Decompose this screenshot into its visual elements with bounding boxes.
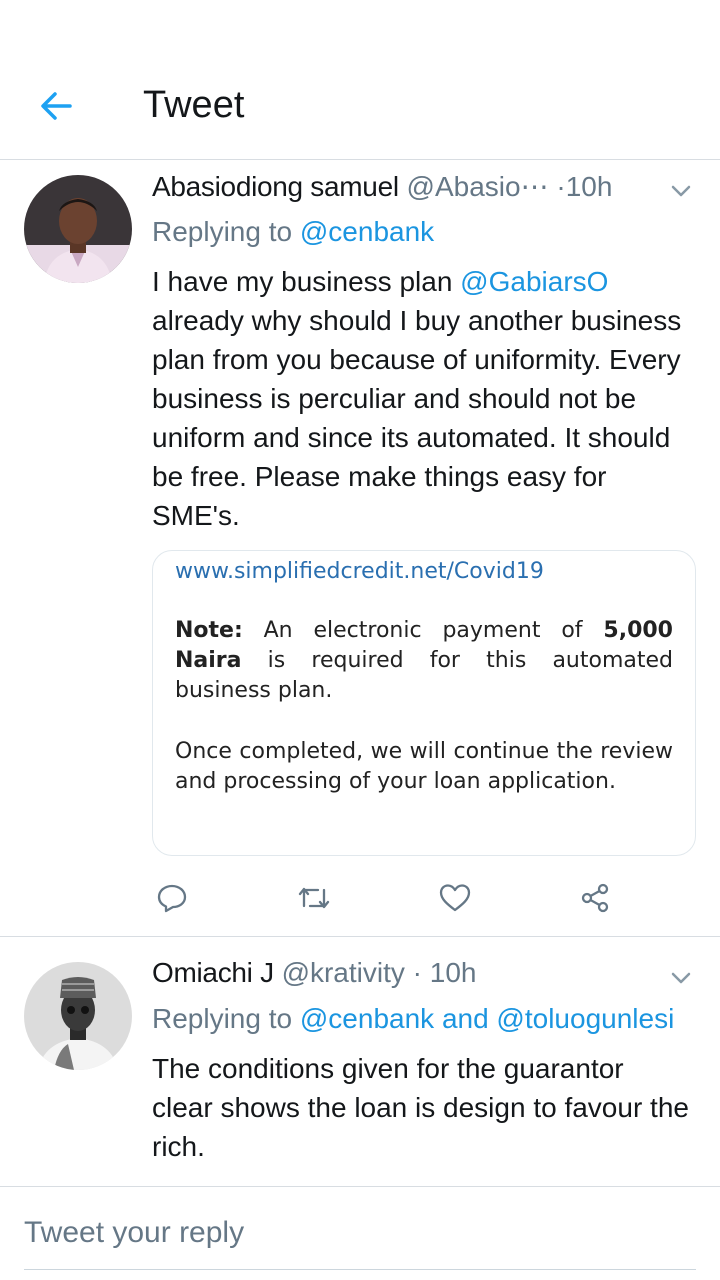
replying-to-mention[interactable]: @cenbank and @toluogunlesi [300,1003,674,1034]
timestamp[interactable]: 10h [430,957,477,988]
author-name[interactable]: Abasiodiong samuel [152,171,399,202]
media-url-text: www.simplifiedcredit.net/Covid19 [175,559,544,584]
media-second-paragraph: Once completed, we will continue the rev… [175,739,673,794]
reply-placeholder: Tweet your reply [24,1216,245,1249]
share-button[interactable] [575,878,615,918]
meta-separator: · [412,957,422,988]
avatar[interactable] [24,175,132,283]
tweet[interactable]: Abasiodiong samuel @Abasio⋯ ·10h Replyin… [0,160,720,937]
media-note-text: An electronic payment of [242,618,604,643]
retweet-button[interactable] [294,878,334,918]
author-name[interactable]: Omiachi J [152,957,274,988]
media-note-text: is required for this automated business … [175,648,673,703]
tweet-actions [152,878,692,918]
tweet-text-part: already why should I buy another busines… [152,305,682,531]
avatar-image [24,175,132,283]
arrow-left-icon [41,92,72,120]
avatar-image [24,962,132,1070]
media-note-label: Note: [175,618,243,643]
like-button[interactable] [435,878,475,918]
replying-to: Replying to @cenbank and @toluogunlesi [152,1003,674,1035]
chevron-down-icon [671,185,691,197]
tweet-meta: Omiachi J @krativity · 10h [152,957,660,989]
author-handle[interactable]: @krativity [282,957,405,988]
reply-input[interactable]: Tweet your reply [24,1212,696,1270]
tweet-text: The conditions given for the guarantor c… [152,1053,689,1162]
tweet-text-part: I have my business plan [152,266,461,297]
timestamp[interactable]: 10h [566,171,613,202]
tweet-meta: Abasiodiong samuel @Abasio⋯ ·10h [152,170,660,203]
replying-to-label: Replying to [152,216,293,247]
back-button[interactable] [36,86,76,126]
top-app-bar: Tweet [0,0,720,160]
replying-to-mention[interactable]: @cenbank [300,216,434,247]
author-handle[interactable]: @Abasio⋯ [407,171,549,202]
reply-button[interactable] [152,878,192,918]
meta-separator: · [556,171,566,202]
mention-link[interactable]: @GabiarsO [460,266,608,297]
tweet-media-image[interactable]: www.simplifiedcredit.net/Covid19 Note: A… [152,550,696,856]
replying-to: Replying to @cenbank [152,216,434,248]
avatar[interactable] [24,962,132,1070]
tweet-text: I have my business plan @GabiarsO alread… [152,262,692,535]
chevron-down-icon [671,972,691,984]
tweet-menu-button[interactable] [666,176,696,206]
heart-icon [439,884,471,912]
media-note-paragraph: Note: An electronic payment of 5,000 Nai… [175,616,673,706]
tweet[interactable]: Omiachi J @krativity · 10h Replying to @… [0,937,720,1187]
reply-icon [157,884,187,913]
replying-to-label: Replying to [152,1003,293,1034]
retweet-icon [298,887,330,909]
page-title: Tweet [143,84,245,126]
tweet-menu-button[interactable] [666,963,696,993]
share-icon [581,883,609,913]
